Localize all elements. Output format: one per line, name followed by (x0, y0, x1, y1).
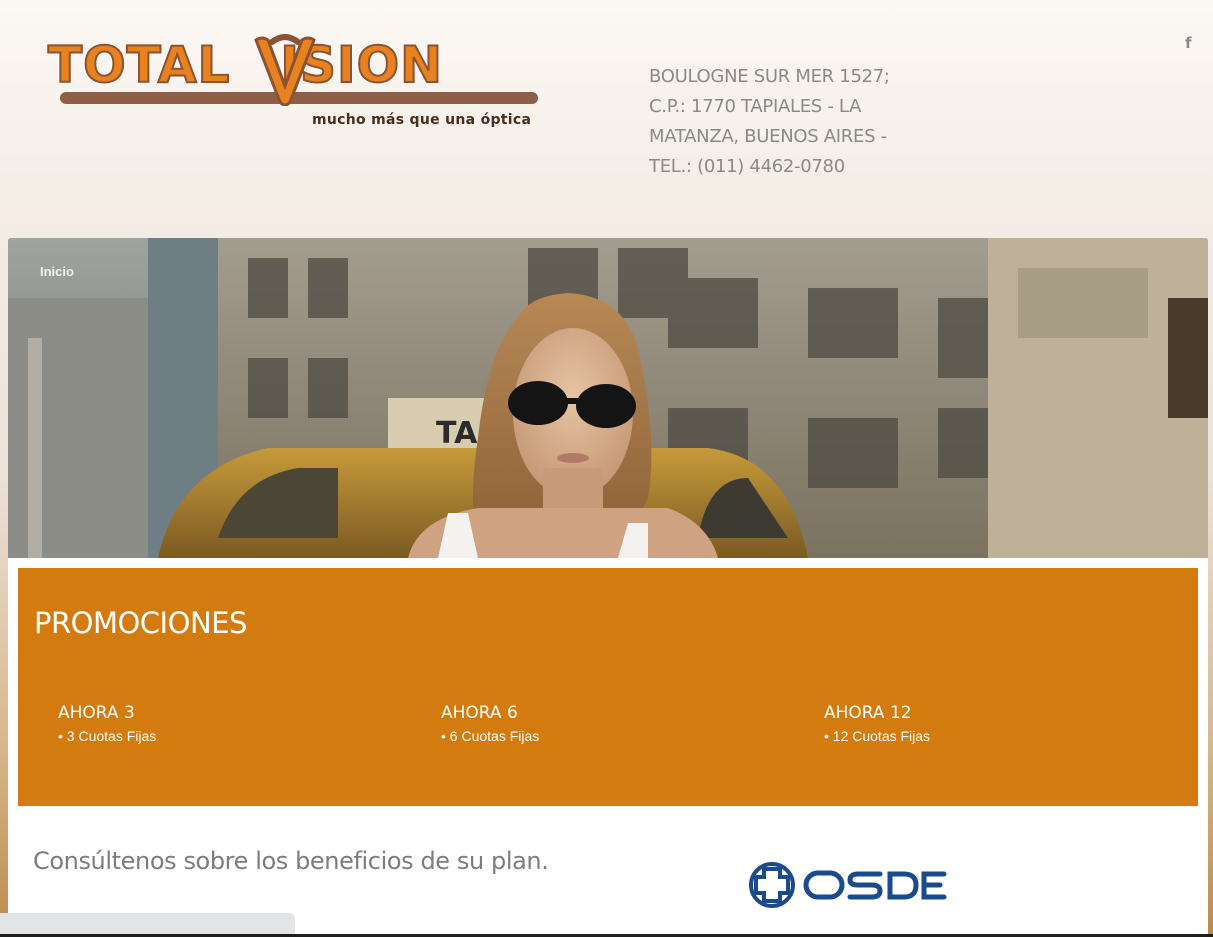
promo-item-title: AHORA 12 (824, 703, 912, 723)
address-line: MATANZA, BUENOS AIRES - (649, 126, 887, 147)
promociones-section: PROMOCIONES AHORA 3 • 3 Cuotas Fijas AHO… (18, 568, 1198, 806)
promo-item-detail: • 12 Cuotas Fijas (824, 728, 931, 744)
address-line: C.P.: 1770 TAPIALES - LA (649, 96, 862, 117)
phone-line: TEL.: (011) 4462-0780 (649, 156, 845, 177)
facebook-icon[interactable]: f (1185, 34, 1199, 54)
promo-item-detail: • 3 Cuotas Fijas (58, 728, 157, 744)
address-line: BOULOGNE SUR MER 1527; (649, 66, 890, 87)
promociones-title: PROMOCIONES (34, 606, 247, 640)
logo-text-left: TOTAL (47, 35, 231, 95)
nav-item-inicio[interactable]: Inicio (40, 264, 74, 279)
address-block: BOULOGNE SUR MER 1527; C.P.: 1770 TAPIAL… (649, 62, 924, 182)
promo-item-ahora-6: AHORA 6 • 6 Cuotas Fijas (441, 702, 741, 746)
plan-benefits-text: Consúltenos sobre los beneficios de su p… (33, 847, 549, 875)
logo-tagline: mucho más que una óptica (312, 112, 532, 128)
promo-item-detail: • 6 Cuotas Fijas (441, 728, 540, 744)
totalvision-logo[interactable]: TOTAL ISION mucho más que una óptica (40, 30, 550, 140)
main-content: PROMOCIONES AHORA 3 • 3 Cuotas Fijas AHO… (8, 558, 1208, 937)
logo-v-glyph (254, 34, 316, 106)
osde-logo (749, 862, 947, 908)
promo-item-title: AHORA 6 (441, 703, 518, 723)
promo-item-ahora-12: AHORA 12 • 12 Cuotas Fijas (824, 702, 1124, 746)
hero-photo: TA (8, 238, 1208, 558)
promo-item-title: AHORA 3 (58, 703, 135, 723)
logo-wordmark: TOTAL ISION (47, 35, 443, 95)
site-header: TOTAL ISION mucho más que una óptica BOUL… (0, 0, 1213, 238)
svg-text:TA: TA (436, 416, 478, 451)
promo-item-ahora-3: AHORA 3 • 3 Cuotas Fijas (58, 702, 358, 746)
hero-banner: TA Inicio (8, 238, 1208, 558)
